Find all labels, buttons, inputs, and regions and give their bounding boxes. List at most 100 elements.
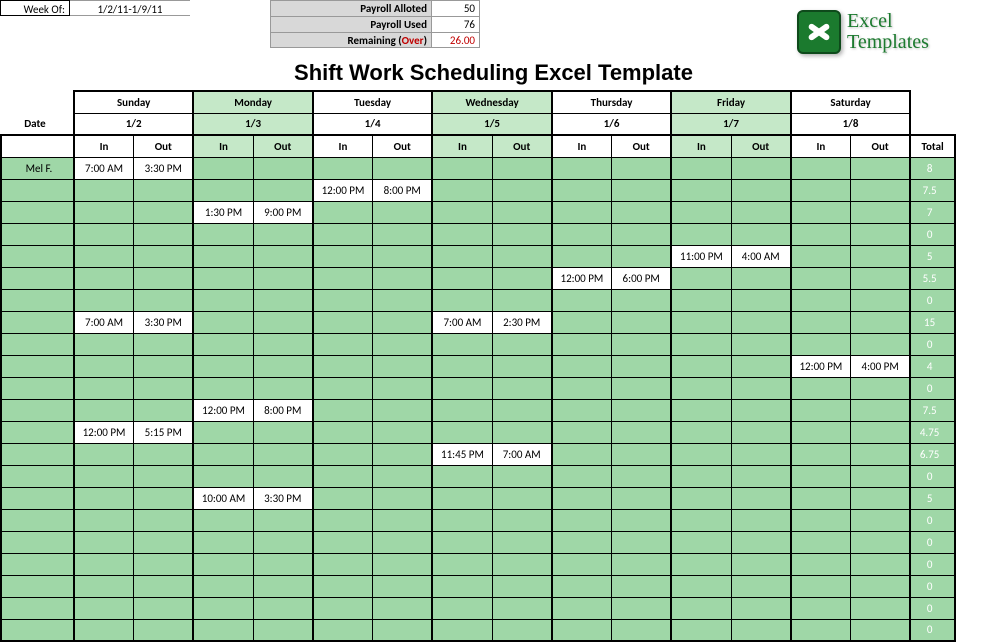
shift-out-cell[interactable] [731,443,791,465]
shift-in-cell[interactable] [552,487,612,509]
shift-out-cell[interactable] [373,575,433,597]
shift-out-cell[interactable] [134,201,194,223]
shift-out-cell[interactable] [612,487,672,509]
shift-in-cell[interactable] [552,575,612,597]
shift-out-cell[interactable] [851,333,911,355]
shift-out-cell[interactable] [492,377,552,399]
shift-out-cell[interactable] [731,223,791,245]
shift-in-cell[interactable] [791,289,851,311]
shift-out-cell[interactable] [373,443,433,465]
shift-in-cell[interactable] [313,575,373,597]
shift-in-cell[interactable] [74,399,134,421]
shift-out-cell[interactable] [851,597,911,619]
shift-in-cell[interactable] [432,201,492,223]
shift-in-cell[interactable] [432,179,492,201]
shift-in-cell[interactable] [791,597,851,619]
shift-in-cell[interactable] [791,443,851,465]
shift-in-cell[interactable] [74,223,134,245]
shift-in-cell[interactable] [552,157,612,179]
shift-in-cell[interactable] [432,487,492,509]
shift-out-cell[interactable] [612,597,672,619]
payroll-value[interactable]: 50 [431,1,479,16]
shift-out-cell[interactable] [253,509,313,531]
shift-in-cell[interactable] [74,575,134,597]
shift-out-cell[interactable] [731,179,791,201]
shift-in-cell[interactable] [74,509,134,531]
employee-name-cell[interactable] [1,487,74,509]
shift-out-cell[interactable] [851,223,911,245]
shift-in-cell[interactable] [74,333,134,355]
employee-name-cell[interactable] [1,509,74,531]
shift-in-cell[interactable] [74,201,134,223]
shift-in-cell[interactable] [791,487,851,509]
employee-name-cell[interactable] [1,223,74,245]
shift-out-cell[interactable] [731,487,791,509]
employee-name-cell[interactable] [1,377,74,399]
shift-in-cell[interactable] [313,553,373,575]
shift-in-cell[interactable] [313,201,373,223]
shift-out-cell[interactable] [253,157,313,179]
shift-out-cell[interactable] [731,267,791,289]
shift-in-cell[interactable] [432,421,492,443]
shift-out-cell[interactable] [373,399,433,421]
shift-out-cell[interactable] [373,289,433,311]
shift-in-cell[interactable] [193,333,253,355]
shift-out-cell[interactable] [851,245,911,267]
shift-out-cell[interactable] [253,289,313,311]
shift-out-cell[interactable]: 3:30 PM [134,311,194,333]
shift-in-cell[interactable] [193,575,253,597]
shift-in-cell[interactable] [552,509,612,531]
shift-out-cell[interactable] [134,223,194,245]
shift-out-cell[interactable] [134,267,194,289]
shift-out-cell[interactable] [731,597,791,619]
shift-out-cell[interactable] [253,465,313,487]
shift-in-cell[interactable] [193,421,253,443]
shift-out-cell[interactable] [253,531,313,553]
shift-in-cell[interactable] [432,157,492,179]
shift-in-cell[interactable] [791,333,851,355]
shift-out-cell[interactable] [253,245,313,267]
shift-in-cell[interactable] [552,333,612,355]
shift-out-cell[interactable] [492,289,552,311]
shift-in-cell[interactable] [552,421,612,443]
shift-out-cell[interactable] [492,355,552,377]
shift-out-cell[interactable] [492,223,552,245]
shift-in-cell[interactable] [791,399,851,421]
shift-in-cell[interactable]: 12:00 PM [74,421,134,443]
shift-in-cell[interactable] [432,399,492,421]
shift-in-cell[interactable] [432,465,492,487]
shift-out-cell[interactable] [612,333,672,355]
shift-in-cell[interactable] [552,223,612,245]
shift-out-cell[interactable]: 6:00 PM [612,267,672,289]
shift-out-cell[interactable] [612,443,672,465]
shift-in-cell[interactable] [313,509,373,531]
shift-out-cell[interactable] [492,333,552,355]
shift-in-cell[interactable] [791,377,851,399]
shift-in-cell[interactable] [313,487,373,509]
shift-out-cell[interactable] [373,531,433,553]
shift-in-cell[interactable] [671,355,731,377]
shift-out-cell[interactable] [492,487,552,509]
employee-name-cell[interactable] [1,179,74,201]
shift-out-cell[interactable] [612,575,672,597]
shift-in-cell[interactable] [432,333,492,355]
shift-out-cell[interactable] [731,311,791,333]
shift-in-cell[interactable] [432,289,492,311]
shift-out-cell[interactable] [373,223,433,245]
shift-out-cell[interactable] [373,201,433,223]
shift-in-cell[interactable] [432,597,492,619]
employee-name-cell[interactable]: Mel F. [1,157,74,179]
shift-out-cell[interactable] [134,333,194,355]
shift-in-cell[interactable] [313,399,373,421]
shift-out-cell[interactable] [731,399,791,421]
shift-in-cell[interactable] [552,355,612,377]
employee-name-cell[interactable] [1,575,74,597]
shift-in-cell[interactable] [74,531,134,553]
shift-out-cell[interactable]: 3:30 PM [253,487,313,509]
shift-in-cell[interactable] [552,553,612,575]
shift-in-cell[interactable] [74,465,134,487]
shift-in-cell[interactable] [552,531,612,553]
shift-in-cell[interactable] [74,597,134,619]
shift-out-cell[interactable] [851,575,911,597]
shift-in-cell[interactable] [791,245,851,267]
